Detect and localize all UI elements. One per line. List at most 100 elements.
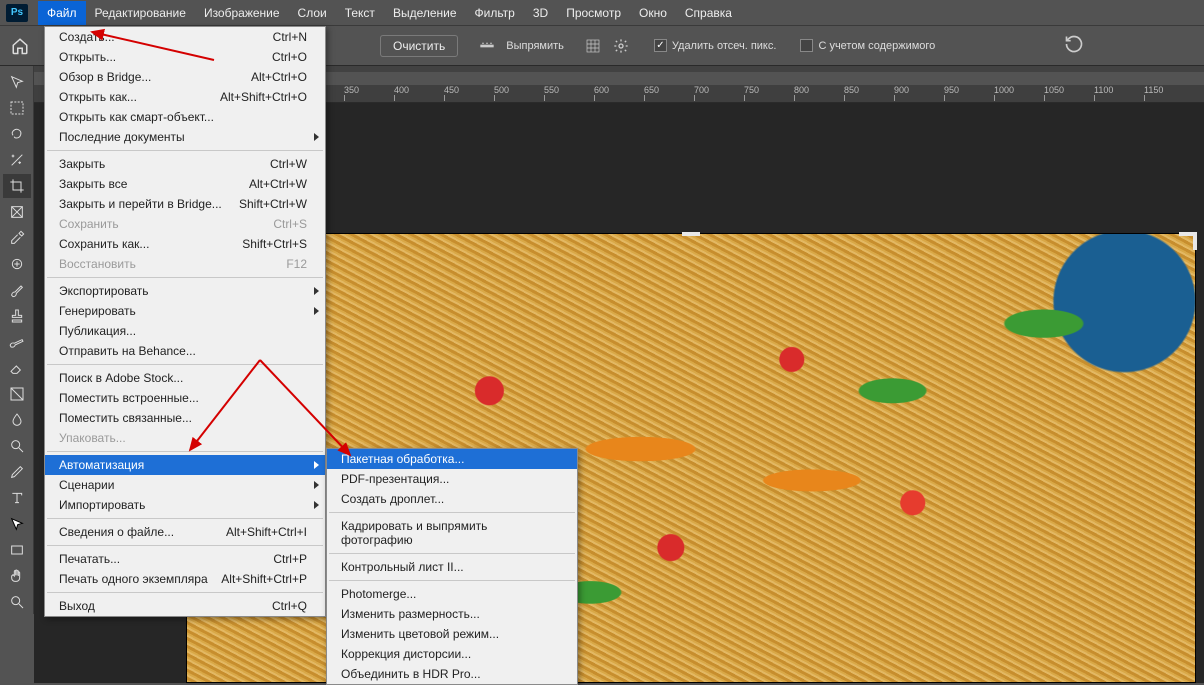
menu-текст[interactable]: Текст [336, 1, 384, 25]
menu-item-label: Автоматизация [59, 458, 144, 472]
file-menu-item[interactable]: Сохранить как...Shift+Ctrl+S [45, 234, 325, 254]
menu-item-label: Закрыть все [59, 177, 127, 191]
menu-item-label: Открыть... [59, 50, 116, 64]
automate-menu-item[interactable]: Контрольный лист II... [327, 557, 577, 577]
tool-frame[interactable] [3, 200, 31, 224]
menu-item-label: Отправить на Behance... [59, 344, 196, 358]
file-menu-item[interactable]: Поместить связанные... [45, 408, 325, 428]
menu-item-label: PDF-презентация... [341, 472, 449, 486]
file-menu-item[interactable]: Открыть...Ctrl+O [45, 47, 325, 67]
tool-zoom[interactable] [3, 590, 31, 614]
menu-item-label: Контрольный лист II... [341, 560, 464, 574]
automate-menu-item[interactable]: Изменить размерность... [327, 604, 577, 624]
straighten-icon[interactable] [478, 37, 496, 55]
tool-marquee[interactable] [3, 96, 31, 120]
tool-gradient[interactable] [3, 382, 31, 406]
menu-separator [329, 580, 575, 581]
menu-3d[interactable]: 3D [524, 1, 557, 25]
menu-item-label: Изменить размерность... [341, 607, 480, 621]
menu-выделение[interactable]: Выделение [384, 1, 466, 25]
grid-icon[interactable] [584, 37, 602, 55]
automate-menu-item[interactable]: Объединить в HDR Pro... [327, 664, 577, 684]
file-menu-item[interactable]: ВыходCtrl+Q [45, 596, 325, 616]
home-button[interactable] [6, 32, 34, 60]
file-menu-item[interactable]: Автоматизация [45, 455, 325, 475]
tool-lasso[interactable] [3, 122, 31, 146]
menu-item-label: Поместить встроенные... [59, 391, 199, 405]
menu-просмотр[interactable]: Просмотр [557, 1, 630, 25]
menu-справка[interactable]: Справка [676, 1, 741, 25]
file-menu-item[interactable]: ЗакрытьCtrl+W [45, 154, 325, 174]
tool-brush[interactable] [3, 278, 31, 302]
menu-item-label: Открыть как смарт-объект... [59, 110, 214, 124]
file-menu-item[interactable]: Экспортировать [45, 281, 325, 301]
file-menu-item[interactable]: Поиск в Adobe Stock... [45, 368, 325, 388]
automate-menu-item[interactable]: Создать дроплет... [327, 489, 577, 509]
file-menu-item[interactable]: Сценарии [45, 475, 325, 495]
menu-изображение[interactable]: Изображение [195, 1, 289, 25]
tool-pen[interactable] [3, 460, 31, 484]
file-menu-item[interactable]: Создать...Ctrl+N [45, 27, 325, 47]
tool-hand[interactable] [3, 564, 31, 588]
tool-path[interactable] [3, 512, 31, 536]
file-menu-item[interactable]: Сведения о файле...Alt+Shift+Ctrl+I [45, 522, 325, 542]
tool-move[interactable] [3, 70, 31, 94]
file-menu-item[interactable]: Открыть как...Alt+Shift+Ctrl+O [45, 87, 325, 107]
menu-редактирование[interactable]: Редактирование [86, 1, 195, 25]
tool-patch[interactable] [3, 252, 31, 276]
tool-type[interactable] [3, 486, 31, 510]
tool-stamp[interactable] [3, 304, 31, 328]
automate-menu-item[interactable]: PDF-презентация... [327, 469, 577, 489]
file-menu-item[interactable]: Публикация... [45, 321, 325, 341]
ruler-tick: 650 [644, 85, 659, 95]
reset-icon[interactable] [1064, 34, 1084, 57]
automate-menu-item[interactable]: Photomerge... [327, 584, 577, 604]
automate-menu-item[interactable]: Изменить цветовой режим... [327, 624, 577, 644]
file-menu-item[interactable]: Печать одного экземпляраAlt+Shift+Ctrl+P [45, 569, 325, 589]
content-aware-checkbox[interactable]: С учетом содержимого [800, 39, 935, 52]
menu-файл[interactable]: Файл [38, 1, 86, 25]
menu-separator [47, 150, 323, 151]
submenu-arrow-icon [314, 287, 319, 295]
automate-menu-item[interactable]: Пакетная обработка... [327, 449, 577, 469]
menu-item-shortcut: Ctrl+P [273, 552, 307, 566]
tool-eraser[interactable] [3, 356, 31, 380]
tool-blur[interactable] [3, 408, 31, 432]
tool-history[interactable] [3, 330, 31, 354]
tool-wand[interactable] [3, 148, 31, 172]
file-menu-item[interactable]: Закрыть всеAlt+Ctrl+W [45, 174, 325, 194]
ruler-tick: 1150 [1144, 85, 1163, 95]
menu-item-label: Экспортировать [59, 284, 149, 298]
file-menu-item[interactable]: Открыть как смарт-объект... [45, 107, 325, 127]
menu-окно[interactable]: Окно [630, 1, 676, 25]
menu-item-shortcut: Alt+Shift+Ctrl+O [220, 90, 307, 104]
tool-eyedrop[interactable] [3, 226, 31, 250]
delete-cropped-checkbox[interactable]: ✓ Удалить отсеч. пикс. [654, 39, 777, 52]
file-menu-item[interactable]: Последние документы [45, 127, 325, 147]
tool-dodge[interactable] [3, 434, 31, 458]
ruler-tick: 550 [544, 85, 559, 95]
automate-menu-item[interactable]: Кадрировать и выпрямить фотографию [327, 516, 577, 550]
file-menu-item[interactable]: Отправить на Behance... [45, 341, 325, 361]
menu-item-label: Закрыть и перейти в Bridge... [59, 197, 222, 211]
file-menu-item[interactable]: Печатать...Ctrl+P [45, 549, 325, 569]
file-menu-item[interactable]: Закрыть и перейти в Bridge...Shift+Ctrl+… [45, 194, 325, 214]
ruler-tick: 1100 [1094, 85, 1113, 95]
tool-crop[interactable] [3, 174, 31, 198]
menu-фильтр[interactable]: Фильтр [466, 1, 524, 25]
tool-rect[interactable] [3, 538, 31, 562]
automate-menu-item[interactable]: Коррекция дисторсии... [327, 644, 577, 664]
gear-icon[interactable] [612, 37, 630, 55]
file-menu-item[interactable]: Генерировать [45, 301, 325, 321]
file-menu-item[interactable]: Поместить встроенные... [45, 388, 325, 408]
crop-handle-tr-v[interactable] [1193, 232, 1197, 250]
clear-button[interactable]: Очистить [380, 35, 458, 57]
file-menu-dropdown: Создать...Ctrl+NОткрыть...Ctrl+OОбзор в … [44, 26, 326, 617]
file-menu-item[interactable]: Импортировать [45, 495, 325, 515]
submenu-arrow-icon [314, 307, 319, 315]
crop-handle-top[interactable] [682, 232, 700, 236]
menu-слои[interactable]: Слои [289, 1, 336, 25]
menu-item-shortcut: Alt+Shift+Ctrl+P [221, 572, 307, 586]
file-menu-item[interactable]: Обзор в Bridge...Alt+Ctrl+O [45, 67, 325, 87]
ruler-tick: 400 [394, 85, 409, 95]
